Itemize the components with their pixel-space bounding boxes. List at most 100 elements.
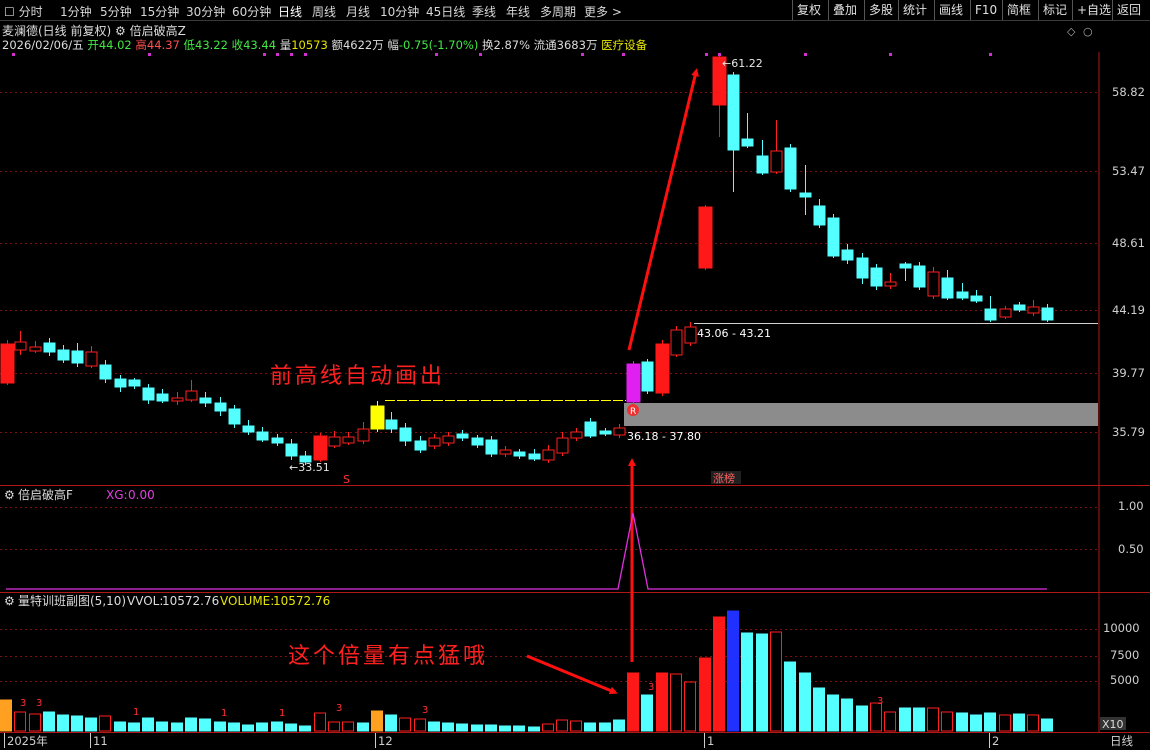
- candle: [799, 165, 812, 215]
- sub-panel-1: ⚙ 倍启破高F XG: 0.00 1.00 0.50: [4, 487, 1144, 590]
- annotation-prev-high: 前高线自动画出: [270, 364, 445, 389]
- volume-bar: [1027, 714, 1039, 732]
- zone-label: 43.06 - 43.21: [697, 327, 771, 340]
- annotation-volume: 这个倍量有点猛哦: [288, 644, 488, 669]
- zt-badge-bg: [711, 471, 741, 484]
- volume-mark: 3: [336, 703, 342, 714]
- tab-daily[interactable]: 日线: [278, 3, 302, 20]
- volume-bar: [784, 661, 796, 732]
- volume-bar: [114, 721, 126, 732]
- candle: [542, 445, 555, 463]
- candle: [99, 360, 112, 383]
- kline-chart[interactable]: 58.82 53.47 48.61 44.19 39.77 35.79 ◇ ○ …: [0, 0, 1150, 750]
- volume-bar: [599, 722, 611, 732]
- adjust-button[interactable]: 复权: [792, 0, 825, 20]
- tab-60min[interactable]: 60分钟: [232, 3, 271, 20]
- tab-45day[interactable]: 45日线: [426, 3, 465, 20]
- date-label: 2: [992, 734, 999, 748]
- tab-10min[interactable]: 10分钟: [380, 3, 419, 20]
- candle: [941, 270, 954, 300]
- candle: [613, 424, 626, 438]
- circle-icon[interactable]: ○: [1083, 25, 1093, 38]
- volume-bar: [271, 721, 283, 732]
- draw-line-button[interactable]: 画线: [934, 0, 967, 20]
- candle: [128, 378, 141, 389]
- tab-quarterly[interactable]: 季线: [472, 3, 496, 20]
- stats-button[interactable]: 统计: [898, 0, 931, 20]
- candle: [171, 392, 184, 405]
- back-button[interactable]: 返回: [1112, 0, 1145, 20]
- tab-5min[interactable]: 5分钟: [100, 3, 132, 20]
- f10-button[interactable]: F10: [970, 0, 1001, 20]
- volume-bar: [956, 712, 968, 732]
- candle: [328, 431, 341, 448]
- candle: [999, 306, 1012, 319]
- quote-line: 2026/02/06/五 开44.02 高44.37 低43.22 收43.44…: [2, 37, 647, 53]
- volume-bar: [399, 717, 411, 732]
- close-label: 收: [231, 38, 244, 52]
- open-label: 开: [87, 38, 99, 52]
- sub1-xg-value: 0.00: [128, 488, 155, 502]
- tab-multi-period[interactable]: 多周期: [540, 3, 576, 20]
- volume-bar: [328, 721, 340, 732]
- volume-bar: [999, 714, 1011, 732]
- candle: [57, 345, 70, 363]
- candle: [342, 432, 355, 445]
- overlay-button[interactable]: 叠加: [828, 0, 861, 20]
- candle: [14, 331, 27, 355]
- gear-icon[interactable]: ⚙: [115, 24, 126, 38]
- add-watchlist-button[interactable]: +自选: [1072, 0, 1115, 20]
- volume-bar: [627, 672, 639, 732]
- mark-button[interactable]: 标记: [1038, 0, 1071, 20]
- signal-dot: [276, 53, 279, 56]
- turnover-label: 换: [481, 38, 494, 52]
- tab-intraday[interactable]: ☐ 分时: [4, 3, 43, 20]
- signal-dot: [989, 53, 992, 56]
- volume-bar: [314, 712, 326, 732]
- candle: [841, 244, 854, 264]
- volume-bar: [29, 713, 41, 732]
- high-label: 高: [135, 38, 147, 52]
- date-label: 1: [707, 734, 714, 748]
- candle: [271, 434, 284, 446]
- volume-bar: [414, 718, 426, 732]
- volume-bar: [984, 712, 996, 732]
- sub1-title: 倍启破高F: [18, 487, 73, 502]
- tab-more[interactable]: 更多 >: [584, 3, 622, 20]
- candle: [242, 420, 255, 435]
- tab-weekly[interactable]: 周线: [312, 3, 336, 20]
- indicator-name[interactable]: 倍启破高Z: [130, 24, 186, 38]
- volume-bar: [285, 723, 297, 732]
- tab-monthly[interactable]: 月线: [346, 3, 370, 20]
- volume-bar: [242, 724, 254, 732]
- diamond-icon[interactable]: ◇: [1067, 25, 1076, 38]
- tab-yearly[interactable]: 年线: [506, 3, 530, 20]
- volume-bar: [85, 717, 97, 732]
- candle: [485, 436, 498, 457]
- tab-1min[interactable]: 1分钟: [60, 3, 92, 20]
- volume-bar: [684, 681, 696, 732]
- candle: [399, 423, 412, 446]
- volume-bar: [913, 707, 925, 732]
- multi-stock-button[interactable]: 多股: [864, 0, 897, 20]
- volume-bar: [485, 724, 497, 732]
- date-axis: 2025年 11 12 1 2 日线: [4, 733, 1133, 748]
- simple-frame-button[interactable]: 简框: [1002, 0, 1035, 20]
- candle: [442, 432, 455, 446]
- signal-dot: [304, 53, 307, 56]
- candle: [927, 267, 940, 299]
- amount-label: 额: [331, 38, 343, 52]
- sub1-xg-label: XG:: [106, 488, 128, 502]
- tab-15min[interactable]: 15分钟: [140, 3, 179, 20]
- sub1-tick: 0.50: [1118, 542, 1144, 556]
- candle: [256, 427, 269, 442]
- candle: [741, 113, 754, 148]
- candle: [228, 405, 241, 428]
- candle: [813, 199, 826, 228]
- volume-bar: [128, 722, 140, 732]
- candle: [214, 397, 227, 416]
- sector-value[interactable]: 医疗设备: [601, 38, 647, 52]
- zone-label: 36.18 - 37.80: [627, 430, 701, 443]
- volume-bar: [528, 726, 540, 732]
- tab-30min[interactable]: 30分钟: [186, 3, 225, 20]
